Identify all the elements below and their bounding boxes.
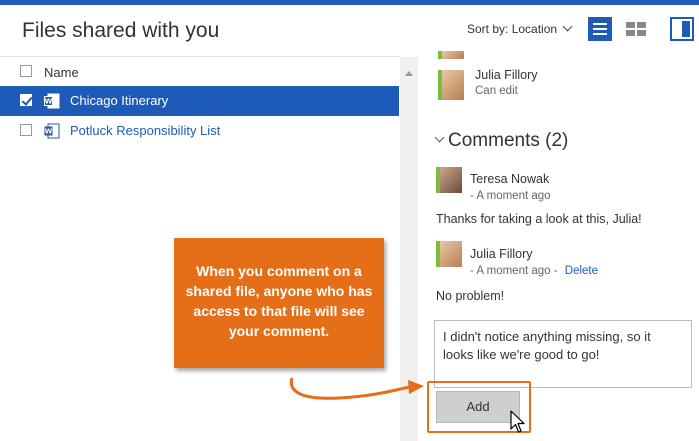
avatar: [436, 167, 462, 193]
file-name: Chicago Itinerary: [70, 93, 169, 108]
comments-header[interactable]: Comments (2): [434, 130, 569, 152]
comment-input[interactable]: I didn't notice anything missing, so it …: [434, 320, 692, 388]
page-title: Files shared with you: [22, 19, 220, 42]
comment-author: Julia Fillory: [470, 247, 533, 261]
select-all-checkbox[interactable]: [20, 65, 32, 77]
avatar: [438, 51, 464, 59]
chevron-down-icon: [562, 21, 573, 32]
svg-text:W: W: [45, 128, 53, 136]
avatar: [438, 70, 464, 100]
comment-author: Teresa Nowak: [470, 172, 550, 186]
file-row-chicago-itinerary[interactable]: W Chicago Itinerary: [0, 86, 399, 116]
column-header-row: Name: [0, 57, 399, 87]
row-checkbox[interactable]: [20, 124, 32, 136]
file-name-link[interactable]: Potluck Responsibility List: [70, 123, 220, 138]
callout-arrow-icon: [289, 377, 424, 400]
comment-time-value: - A moment ago -: [470, 265, 558, 277]
chevron-down-icon: [434, 132, 445, 143]
tutorial-callout: When you comment on a shared file, anyon…: [174, 238, 384, 368]
svg-text:W: W: [45, 98, 53, 106]
comment-text: Thanks for taking a look at this, Julia!: [436, 212, 642, 226]
sort-by-prefix: Sort by:: [467, 22, 509, 36]
column-header-name[interactable]: Name: [44, 65, 79, 80]
scroll-up-arrow-icon[interactable]: [405, 71, 413, 76]
list-view-button[interactable]: [588, 17, 612, 41]
comments-header-label: Comments (2): [448, 130, 569, 151]
sort-by-dropdown[interactable]: Sort by: Location: [467, 21, 573, 36]
avatar: [436, 241, 462, 267]
details-pane-button[interactable]: [670, 17, 694, 41]
word-doc-icon: W: [44, 123, 60, 139]
shared-user-permission: Can edit: [475, 85, 518, 97]
word-doc-icon: W: [44, 93, 60, 109]
shared-user-name: Julia Fillory: [475, 68, 538, 82]
delete-comment-link[interactable]: Delete: [565, 265, 598, 277]
row-checkbox[interactable]: [20, 94, 32, 106]
sort-by-value: Location: [511, 22, 558, 36]
comment-time: - A moment ago - Delete: [470, 265, 598, 277]
file-row-potluck[interactable]: W Potluck Responsibility List: [0, 116, 399, 146]
comment-time: - A moment ago: [470, 190, 551, 202]
comment-text: No problem!: [436, 289, 505, 303]
mouse-pointer-icon: [510, 410, 525, 433]
add-comment-button[interactable]: Add: [436, 391, 520, 423]
tile-view-button[interactable]: [624, 17, 648, 41]
